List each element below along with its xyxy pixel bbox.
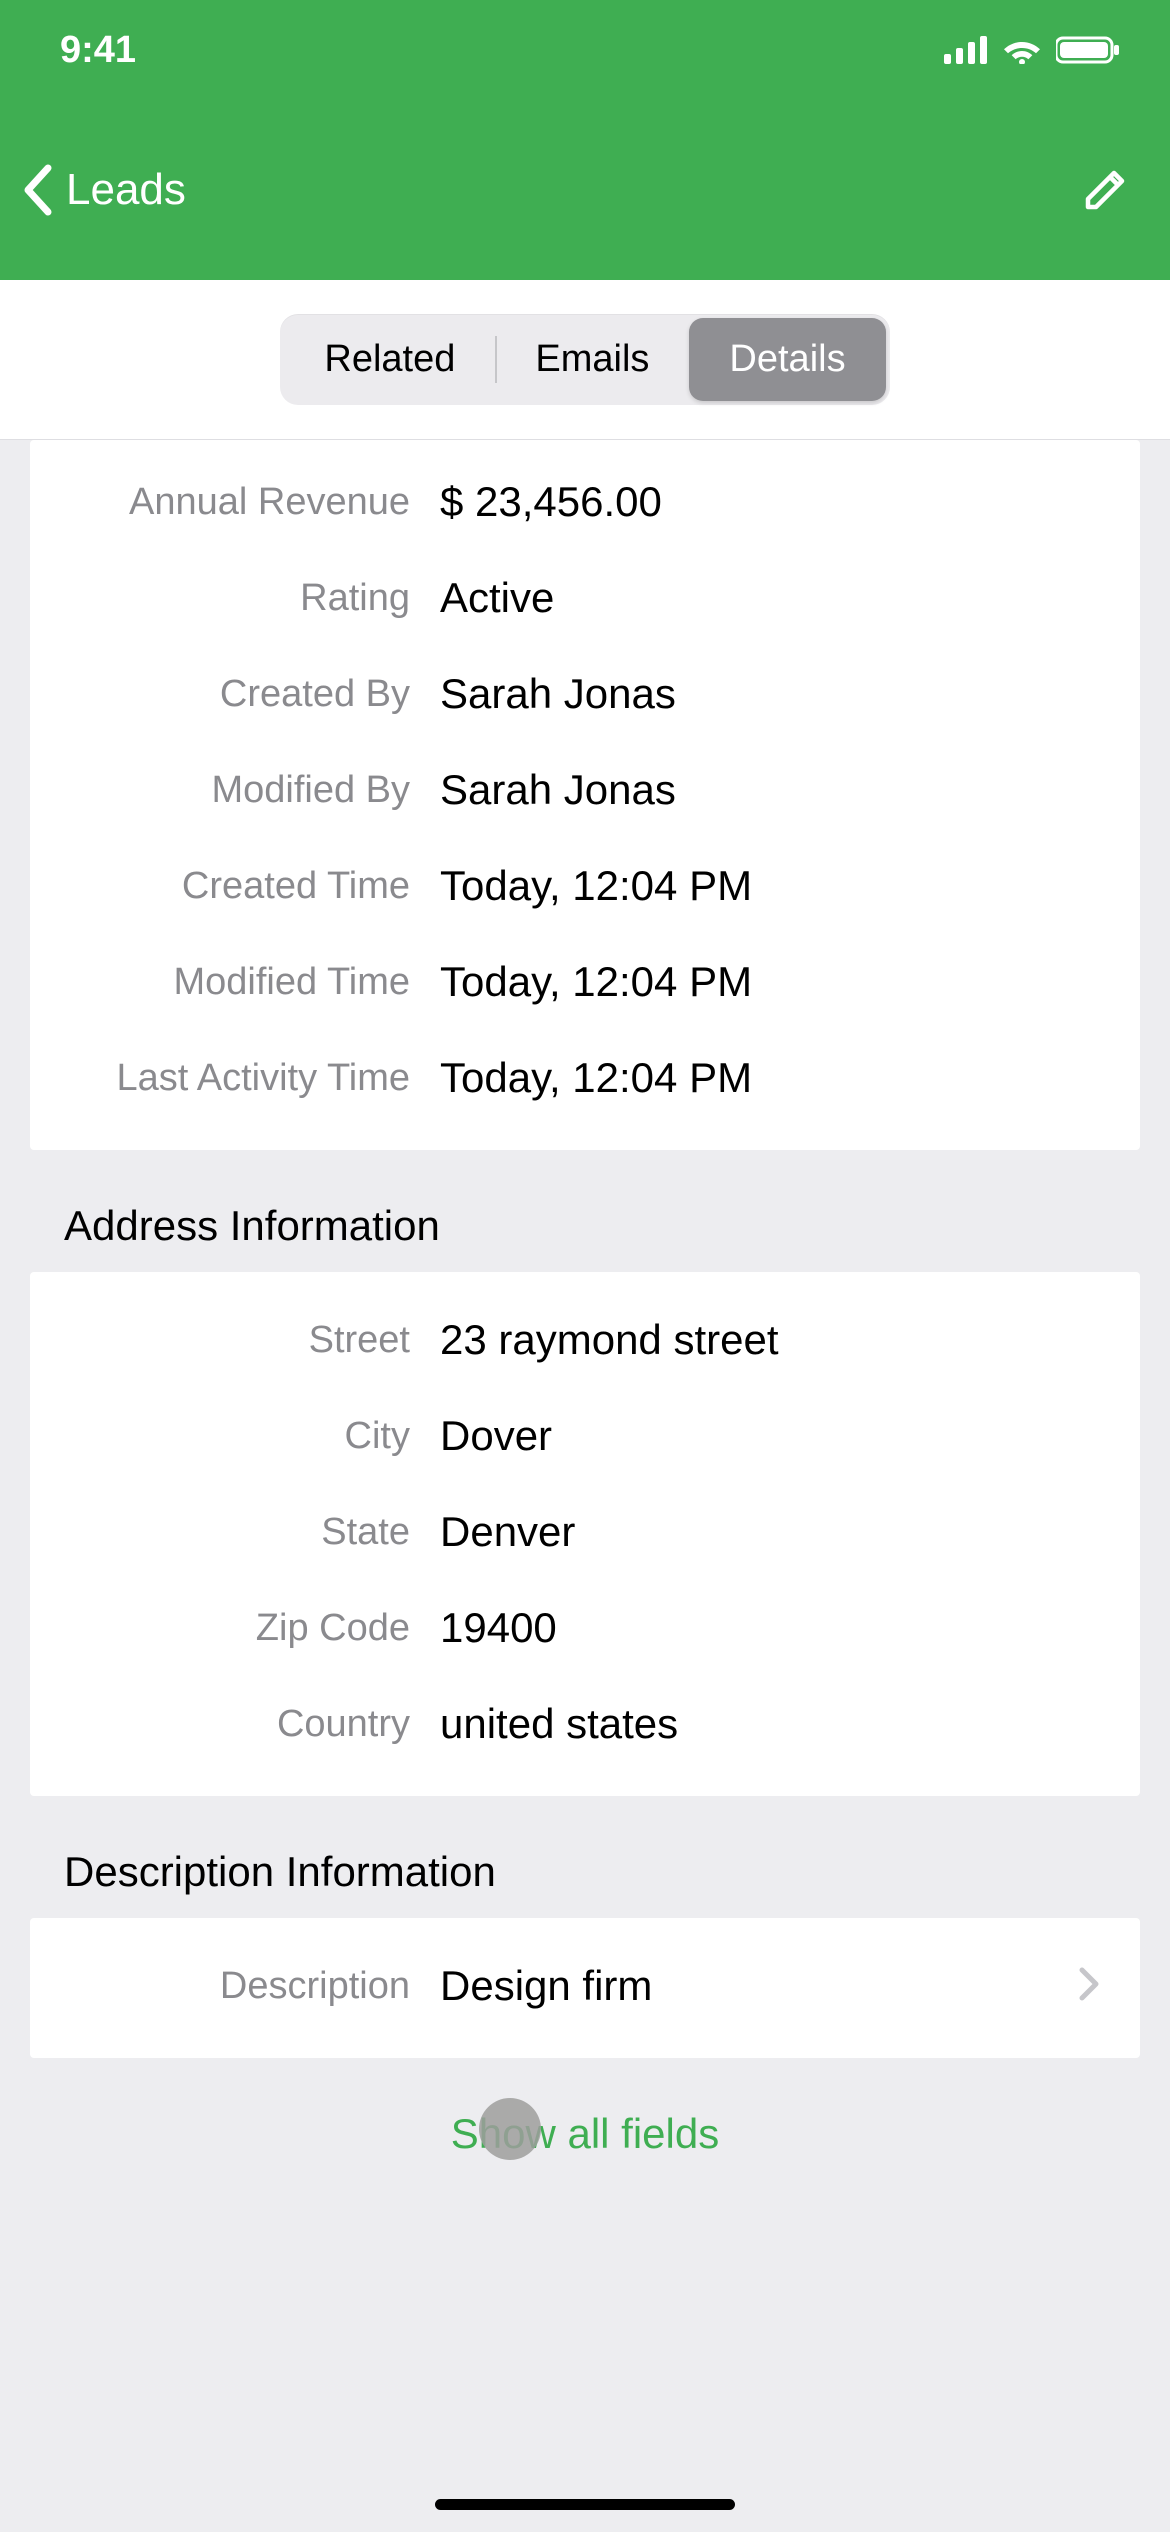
header: 9:41 Leads bbox=[0, 0, 1170, 280]
wifi-icon bbox=[1002, 36, 1042, 64]
field-value: Today, 12:04 PM bbox=[440, 1054, 1100, 1102]
status-icons bbox=[944, 36, 1120, 64]
field-value: Today, 12:04 PM bbox=[440, 958, 1100, 1006]
field-row: Created Time Today, 12:04 PM bbox=[30, 838, 1140, 934]
field-value: Today, 12:04 PM bbox=[440, 862, 1100, 910]
field-row: Zip Code 19400 bbox=[30, 1580, 1140, 1676]
field-row: Modified Time Today, 12:04 PM bbox=[30, 934, 1140, 1030]
field-value: $ 23,456.00 bbox=[440, 478, 1100, 526]
field-label: Rating bbox=[70, 577, 440, 620]
field-label: Modified By bbox=[70, 769, 440, 812]
section-title-description: Description Information bbox=[0, 1796, 1170, 1918]
field-label: City bbox=[70, 1415, 440, 1458]
home-indicator[interactable] bbox=[435, 2499, 735, 2510]
description-card: Description Design firm bbox=[30, 1918, 1140, 2058]
back-label: Leads bbox=[66, 165, 186, 215]
field-label: Zip Code bbox=[70, 1607, 440, 1650]
tab-emails[interactable]: Emails bbox=[495, 318, 689, 401]
edit-button[interactable] bbox=[1080, 165, 1130, 215]
battery-icon bbox=[1056, 36, 1120, 64]
field-label: Street bbox=[70, 1319, 440, 1362]
address-card: Street 23 raymond street City Dover Stat… bbox=[30, 1272, 1140, 1796]
signal-icon bbox=[944, 36, 988, 64]
tab-details[interactable]: Details bbox=[689, 318, 885, 401]
field-row: Street 23 raymond street bbox=[30, 1292, 1140, 1388]
segmented-control: Related Emails Details bbox=[280, 314, 889, 405]
field-label: Modified Time bbox=[70, 961, 440, 1004]
field-value: 23 raymond street bbox=[440, 1316, 1100, 1364]
chevron-right-icon bbox=[1078, 1966, 1100, 2007]
field-row: Rating Active bbox=[30, 550, 1140, 646]
general-card: Annual Revenue $ 23,456.00 Rating Active… bbox=[30, 440, 1140, 1150]
field-label: Country bbox=[70, 1703, 440, 1746]
content: Annual Revenue $ 23,456.00 Rating Active… bbox=[0, 440, 1170, 2198]
status-time: 9:41 bbox=[60, 29, 136, 72]
section-title-address: Address Information bbox=[0, 1150, 1170, 1272]
field-value: Active bbox=[440, 574, 1100, 622]
field-label: State bbox=[70, 1511, 440, 1554]
field-row: Modified By Sarah Jonas bbox=[30, 742, 1140, 838]
field-label: Created Time bbox=[70, 865, 440, 908]
field-row: Country united states bbox=[30, 1676, 1140, 1772]
show-all-fields-button[interactable]: Show all fields bbox=[0, 2058, 1170, 2198]
field-value: 19400 bbox=[440, 1604, 1100, 1652]
chevron-left-icon bbox=[20, 164, 56, 216]
field-label: Last Activity Time bbox=[70, 1057, 440, 1100]
field-label: Description bbox=[70, 1965, 440, 2008]
field-label: Annual Revenue bbox=[70, 481, 440, 524]
status-bar: 9:41 bbox=[0, 0, 1170, 100]
field-row: Created By Sarah Jonas bbox=[30, 646, 1140, 742]
back-button[interactable]: Leads bbox=[20, 164, 186, 216]
segmented-area: Related Emails Details bbox=[0, 280, 1170, 440]
field-value: Dover bbox=[440, 1412, 1100, 1460]
tab-related[interactable]: Related bbox=[284, 318, 495, 401]
touch-indicator-icon bbox=[479, 2098, 541, 2160]
field-row: State Denver bbox=[30, 1484, 1140, 1580]
field-value: Design firm bbox=[440, 1962, 1078, 2010]
field-value: Denver bbox=[440, 1508, 1100, 1556]
field-row: Last Activity Time Today, 12:04 PM bbox=[30, 1030, 1140, 1126]
description-row[interactable]: Description Design firm bbox=[30, 1938, 1140, 2034]
field-row: City Dover bbox=[30, 1388, 1140, 1484]
field-row: Annual Revenue $ 23,456.00 bbox=[30, 454, 1140, 550]
pencil-icon bbox=[1080, 165, 1130, 215]
field-label: Created By bbox=[70, 673, 440, 716]
nav-bar: Leads bbox=[0, 100, 1170, 280]
field-value: Sarah Jonas bbox=[440, 670, 1100, 718]
field-value: Sarah Jonas bbox=[440, 766, 1100, 814]
field-value: united states bbox=[440, 1700, 1100, 1748]
